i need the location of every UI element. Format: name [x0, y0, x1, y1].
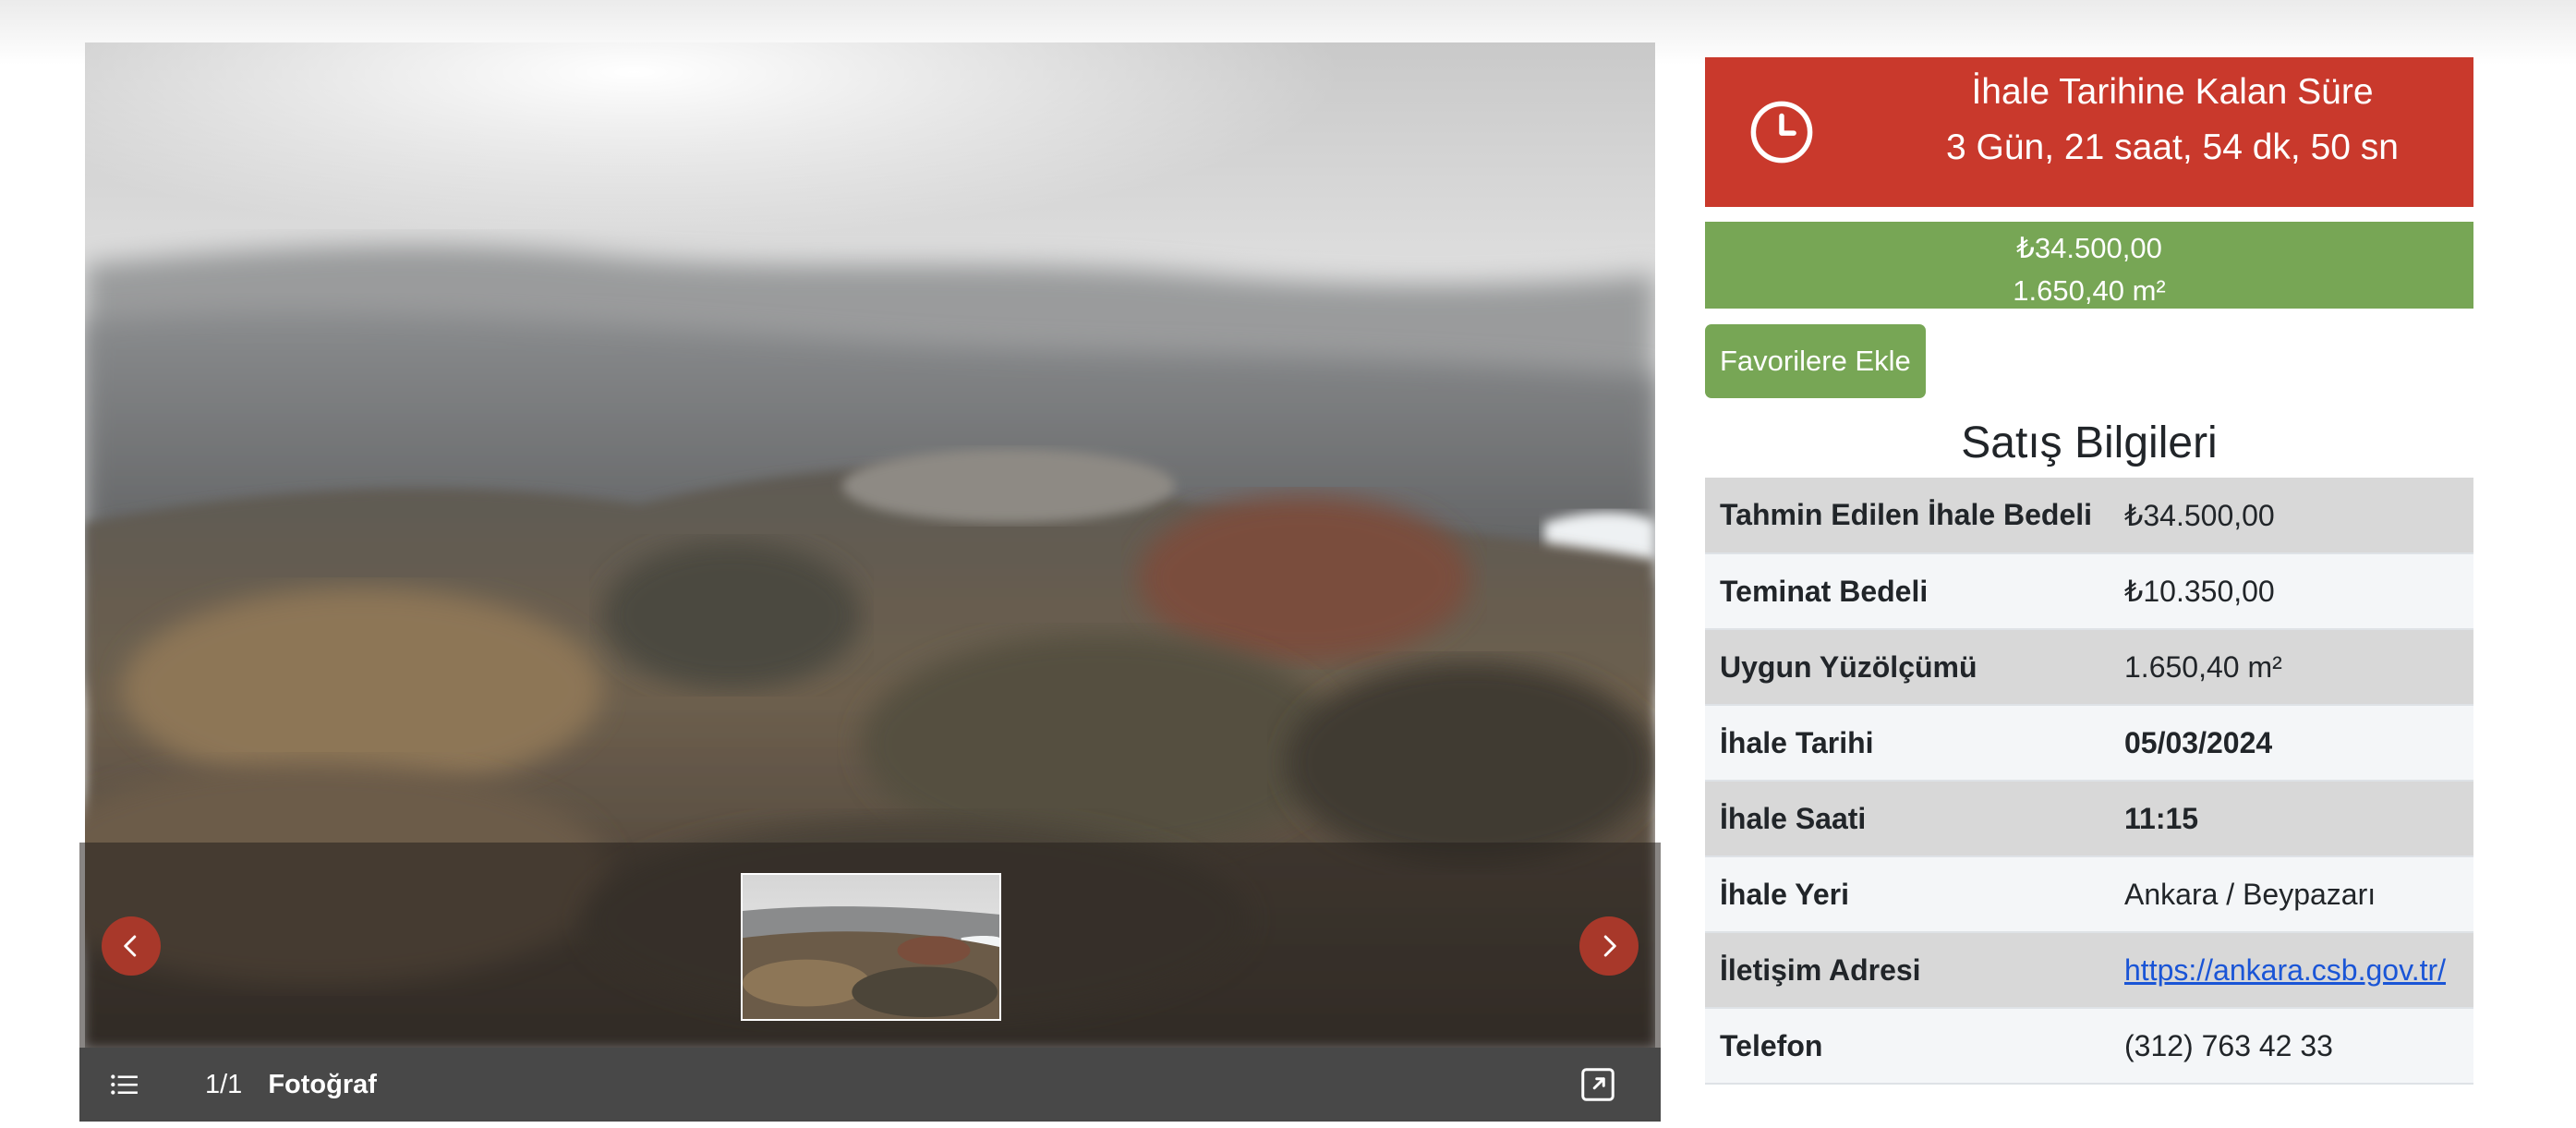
row-label: İhale Tarihi [1705, 705, 2110, 782]
countdown-box: İhale Tarihine Kalan Süre 3 Gün, 21 saat… [1705, 57, 2473, 207]
table-row: İhale Yeri Ankara / Beypazarı [1705, 856, 2473, 933]
gallery-toolbar: 1/1 Fotoğraf [79, 1048, 1661, 1122]
sale-info-table: Tahmin Edilen İhale Bedeli ₺34.500,00 Te… [1705, 478, 2473, 1085]
row-label: İhale Yeri [1705, 856, 2110, 933]
area-value: 1.650,40 m² [2013, 274, 2166, 307]
row-value: 05/03/2024 [2110, 705, 2473, 782]
countdown-title: İhale Tarihine Kalan Süre [1971, 72, 2374, 112]
clock-icon [1750, 101, 1813, 164]
row-label: Tahmin Edilen İhale Bedeli [1705, 478, 2110, 554]
row-value: ₺10.350,00 [2110, 553, 2473, 630]
row-value: 1.650,40 m² [2110, 629, 2473, 706]
row-value: (312) 763 42 33 [2110, 1008, 2473, 1085]
thumbnail-image [743, 875, 999, 1019]
row-value: 11:15 [2110, 781, 2473, 857]
countdown-value: 3 Gün, 21 saat, 54 dk, 50 sn [1946, 127, 2399, 167]
table-row: İhale Saati 11:15 [1705, 781, 2473, 857]
fullscreen-button[interactable] [1579, 1066, 1616, 1103]
table-row: Telefon (312) 763 42 33 [1705, 1008, 2473, 1085]
chevron-left-icon [124, 935, 137, 957]
fullscreen-icon [1581, 1068, 1615, 1101]
list-icon [111, 1074, 138, 1095]
row-label: İhale Saati [1705, 781, 2110, 857]
sale-info-heading: Satış Bilgileri [1961, 418, 2218, 467]
row-value: Ankara / Beypazarı [2110, 856, 2473, 933]
table-row: Uygun Yüzölçümü 1.650,40 m² [1705, 629, 2473, 706]
auction-info-panel: İhale Tarihine Kalan Süre 3 Gün, 21 saat… [1705, 57, 2473, 1085]
table-row: Tahmin Edilen İhale Bedeli ₺34.500,00 [1705, 478, 2473, 554]
photo-counter: 1/1 [205, 1069, 243, 1099]
previous-photo-button[interactable] [102, 916, 161, 976]
next-photo-button[interactable] [1579, 916, 1639, 976]
table-row: İhale Tarihi 05/03/2024 [1705, 705, 2473, 782]
photo-caption: Fotoğraf [268, 1069, 377, 1099]
row-value: https://ankara.csb.gov.tr/ [2110, 932, 2473, 1009]
row-label: İletişim Adresi [1705, 932, 2110, 1009]
table-row: İletişim Adresi https://ankara.csb.gov.t… [1705, 932, 2473, 1009]
row-value: ₺34.500,00 [2110, 478, 2473, 554]
price-value: ₺34.500,00 [2016, 232, 2162, 264]
thumbnail-list-button[interactable] [105, 1066, 142, 1103]
table-row: Teminat Bedeli ₺10.350,00 [1705, 553, 2473, 630]
contact-address-link[interactable]: https://ankara.csb.gov.tr/ [2124, 953, 2446, 987]
price-summary: ₺34.500,00 1.650,40 m² [1705, 222, 2473, 309]
photo-gallery: 1/1 Fotoğraf [79, 42, 1661, 1122]
row-label: Uygun Yüzölçümü [1705, 629, 2110, 706]
add-to-favorites-button[interactable]: Favorilere Ekle [1705, 324, 1926, 398]
chevron-right-icon [1603, 935, 1616, 957]
photo-thumbnail[interactable] [741, 873, 1001, 1021]
row-label: Teminat Bedeli [1705, 553, 2110, 630]
row-label: Telefon [1705, 1008, 2110, 1085]
